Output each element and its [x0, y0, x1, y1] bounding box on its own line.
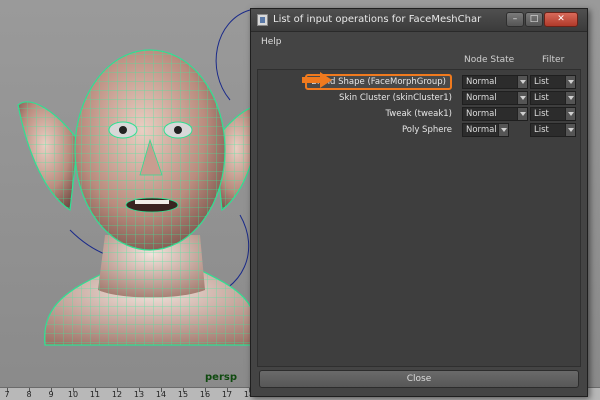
timeline-frame-label[interactable]: 11 — [90, 390, 100, 399]
dialog-titlebar[interactable]: List of input operations for FaceMeshCha… — [251, 9, 587, 32]
node-state-dropdown[interactable]: Normal — [462, 75, 528, 89]
filter-value: List — [534, 77, 549, 87]
list-item[interactable]: Skin Cluster (skinCluster1) Normal List — [258, 91, 580, 106]
timeline-frame-label[interactable]: 16 — [200, 390, 210, 399]
operations-list: Blend Shape (FaceMorphGroup) Normal List… — [257, 69, 581, 367]
node-state-value: Normal — [466, 109, 497, 119]
node-state-value: Normal — [466, 93, 497, 103]
filter-value: List — [534, 109, 549, 119]
input-operations-dialog: List of input operations for FaceMeshCha… — [250, 8, 588, 397]
filter-value: List — [534, 125, 549, 135]
dialog-title: List of input operations for FaceMeshCha… — [273, 14, 482, 25]
operation-name[interactable]: Skin Cluster (skinCluster1) — [339, 93, 452, 103]
column-headers: Node State Filter — [251, 54, 587, 68]
node-state-value: Normal — [466, 77, 497, 87]
filter-header: Filter — [542, 55, 565, 65]
node-state-dropdown[interactable]: Normal — [462, 123, 509, 137]
chevron-down-icon — [565, 76, 575, 88]
node-state-dropdown[interactable]: Normal — [462, 107, 528, 121]
arrow-right-icon — [302, 72, 332, 88]
chevron-down-icon — [517, 92, 527, 104]
timeline-frame-label[interactable]: 15 — [178, 390, 188, 399]
timeline-frame-label[interactable]: 12 — [112, 390, 122, 399]
chevron-down-icon — [565, 92, 575, 104]
window-icon — [257, 14, 268, 26]
filter-dropdown[interactable]: List — [530, 91, 576, 105]
node-state-header: Node State — [464, 55, 515, 65]
chevron-down-icon — [498, 124, 508, 136]
timeline-frame-label[interactable]: 7 — [4, 390, 9, 399]
node-state-value: Normal — [466, 125, 497, 135]
chevron-down-icon — [565, 108, 575, 120]
filter-dropdown[interactable]: List — [530, 107, 576, 121]
maximize-button[interactable]: □ — [525, 12, 543, 27]
timeline-frame-label[interactable]: 14 — [156, 390, 166, 399]
timeline-frame-label[interactable]: 8 — [26, 390, 31, 399]
filter-dropdown[interactable]: List — [530, 75, 576, 89]
filter-value: List — [534, 93, 549, 103]
operation-name[interactable]: Poly Sphere — [402, 125, 452, 135]
timeline-frame-label[interactable]: 10 — [68, 390, 78, 399]
list-item[interactable]: Tweak (tweak1) Normal List — [258, 107, 580, 122]
timeline-frame-label[interactable]: 13 — [134, 390, 144, 399]
chevron-down-icon — [565, 124, 575, 136]
timeline-frame-label[interactable]: 9 — [48, 390, 53, 399]
operation-name[interactable]: Tweak (tweak1) — [386, 109, 453, 119]
list-item[interactable]: Poly Sphere Normal List — [258, 123, 580, 138]
chevron-down-icon — [517, 108, 527, 120]
close-window-button[interactable]: ✕ — [544, 12, 578, 27]
camera-label: persp — [205, 372, 237, 383]
close-button[interactable]: Close — [259, 370, 579, 388]
minimize-button[interactable]: – — [506, 12, 524, 27]
timeline-frame-label[interactable]: 17 — [222, 390, 232, 399]
filter-dropdown[interactable]: List — [530, 123, 576, 137]
menu-help[interactable]: Help — [261, 37, 282, 47]
menu-bar: Help — [251, 33, 587, 51]
chevron-down-icon — [517, 76, 527, 88]
node-state-dropdown[interactable]: Normal — [462, 91, 528, 105]
